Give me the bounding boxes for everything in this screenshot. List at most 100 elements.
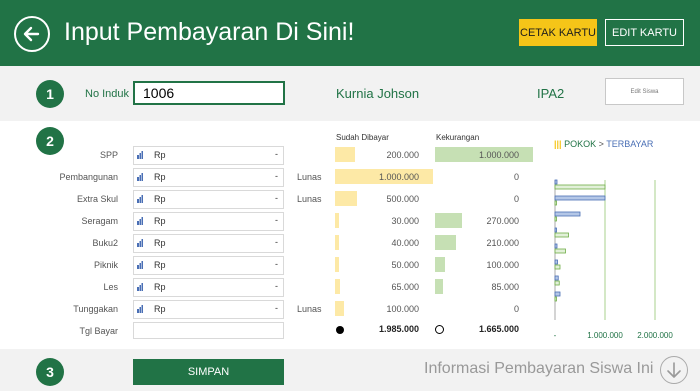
save-button[interactable]: SIMPAN	[133, 359, 284, 385]
payment-chart: - 1.000.000 2.000.000	[554, 179, 673, 340]
status-label: Lunas	[297, 194, 322, 204]
chart-bar-pokok	[554, 195, 606, 201]
amount-value: -	[275, 303, 278, 313]
chart-bar-pokok	[554, 259, 558, 265]
paid-value: 100.000	[386, 304, 419, 314]
currency-label: Rp	[154, 150, 166, 160]
chart-bar-terbayar	[554, 248, 566, 254]
amount-value: -	[275, 259, 278, 269]
legend-mark: |||	[554, 139, 562, 149]
arrow-left-icon	[23, 26, 40, 42]
paid-column-header: Sudah Dibayar	[336, 133, 389, 142]
back-button[interactable]	[14, 16, 50, 52]
paid-value: 65.000	[391, 282, 419, 292]
currency-label: Rp	[154, 304, 166, 314]
amount-input[interactable]: Rp -	[133, 278, 284, 297]
arrow-down-icon	[667, 362, 681, 378]
row-label: Piknik	[93, 260, 118, 270]
amount-input[interactable]: Rp -	[133, 256, 284, 275]
currency-label: Rp	[154, 238, 166, 248]
tgl-bayar-label: Tgl Bayar	[79, 326, 118, 336]
chart-bar-terbayar	[554, 216, 557, 222]
no-induk-label: No Induk	[85, 88, 130, 100]
signal-icon	[137, 195, 143, 203]
amount-input[interactable]: Rp -	[133, 190, 284, 209]
paid-value: 50.000	[391, 260, 419, 270]
amount-input[interactable]: Rp -	[133, 168, 284, 187]
signal-icon	[137, 217, 143, 225]
tgl-bayar-input[interactable]	[133, 322, 284, 339]
chart-legend: ||| POKOK > TERBAYAR	[554, 139, 653, 149]
row-label: Pembangunan	[59, 172, 118, 182]
amount-value: -	[275, 171, 278, 181]
status-label: Lunas	[297, 304, 322, 314]
chart-bar-terbayar	[554, 280, 560, 286]
edit-card-button[interactable]: EDIT KARTU	[605, 19, 684, 46]
paid-total: 1.985.000	[378, 324, 419, 334]
amount-value: -	[275, 237, 278, 247]
remaining-value: 85.000	[491, 282, 519, 292]
chart-bar-terbayar	[554, 264, 561, 270]
row-label: Les	[103, 282, 118, 292]
remaining-value: 0	[513, 194, 519, 204]
remaining-value: 270.000	[486, 216, 519, 226]
payment-info-text: Informasi Pembayaran Siswa Ini	[424, 360, 654, 377]
chart-bar-pokok	[554, 291, 561, 297]
chart-bar-terbayar	[554, 296, 557, 302]
header-bar: Input Pembayaran Di Sini! CETAK KARTU ED…	[0, 0, 700, 66]
chart-bar-terbayar	[554, 184, 606, 190]
chart-bar-pokok	[554, 275, 559, 281]
step-3-badge: 3	[36, 358, 64, 386]
chart-tick-label: 1.000.000	[587, 331, 623, 340]
remaining-column-header: Kekurangan	[436, 133, 480, 142]
student-class: IPA2	[537, 86, 565, 101]
currency-label: Rp	[154, 172, 166, 182]
signal-icon	[137, 239, 143, 247]
amount-value: -	[275, 281, 278, 291]
amount-value: -	[275, 215, 278, 225]
chart-bar-pokok	[554, 227, 557, 233]
remaining-value: 0	[513, 172, 519, 182]
amount-value: -	[275, 149, 278, 159]
amount-input[interactable]: Rp -	[133, 300, 284, 319]
chart-bar-terbayar	[554, 200, 557, 206]
amount-value: -	[275, 193, 278, 203]
legend-terbayar: TERBAYAR	[606, 139, 654, 149]
page-title: Input Pembayaran Di Sini!	[64, 18, 355, 46]
currency-label: Rp	[154, 216, 166, 226]
signal-icon	[137, 151, 143, 159]
row-label: Seragam	[81, 216, 118, 226]
chart-tick-label: -	[554, 331, 557, 340]
amount-input[interactable]: Rp -	[133, 146, 284, 165]
currency-label: Rp	[154, 260, 166, 270]
row-label: SPP	[99, 150, 118, 160]
row-label: Tunggakan	[73, 304, 118, 314]
no-induk-input[interactable]	[133, 81, 285, 105]
paid-total-marker	[336, 326, 344, 334]
paid-value: 1.000.000	[378, 172, 419, 182]
chart-bar-pokok	[554, 211, 581, 217]
paid-value: 500.000	[386, 194, 419, 204]
print-card-button[interactable]: CETAK KARTU	[519, 19, 597, 46]
amount-input[interactable]: Rp -	[133, 234, 284, 253]
signal-icon	[137, 283, 143, 291]
signal-icon	[137, 173, 143, 181]
row-label: Buku2	[92, 238, 118, 248]
chart-bar-pokok	[554, 179, 558, 185]
edit-student-button[interactable]: Edit Siswa	[605, 78, 684, 105]
remaining-value: 100.000	[486, 260, 519, 270]
chart-tick-label: 2.000.000	[637, 331, 673, 340]
status-label: Lunas	[297, 172, 322, 182]
row-label: Extra Skul	[76, 194, 118, 204]
amount-input[interactable]: Rp -	[133, 212, 284, 231]
signal-icon	[137, 305, 143, 313]
chart-bar-pokok	[554, 243, 558, 249]
paid-value: 30.000	[391, 216, 419, 226]
student-name: Kurnia Johson	[336, 86, 420, 101]
remaining-value: 0	[513, 304, 519, 314]
scroll-down-button[interactable]	[660, 356, 688, 384]
remaining-value: 1.000.000	[478, 150, 519, 160]
paid-value: 200.000	[386, 150, 419, 160]
paid-value: 40.000	[391, 238, 419, 248]
step-1-badge: 1	[36, 80, 64, 108]
